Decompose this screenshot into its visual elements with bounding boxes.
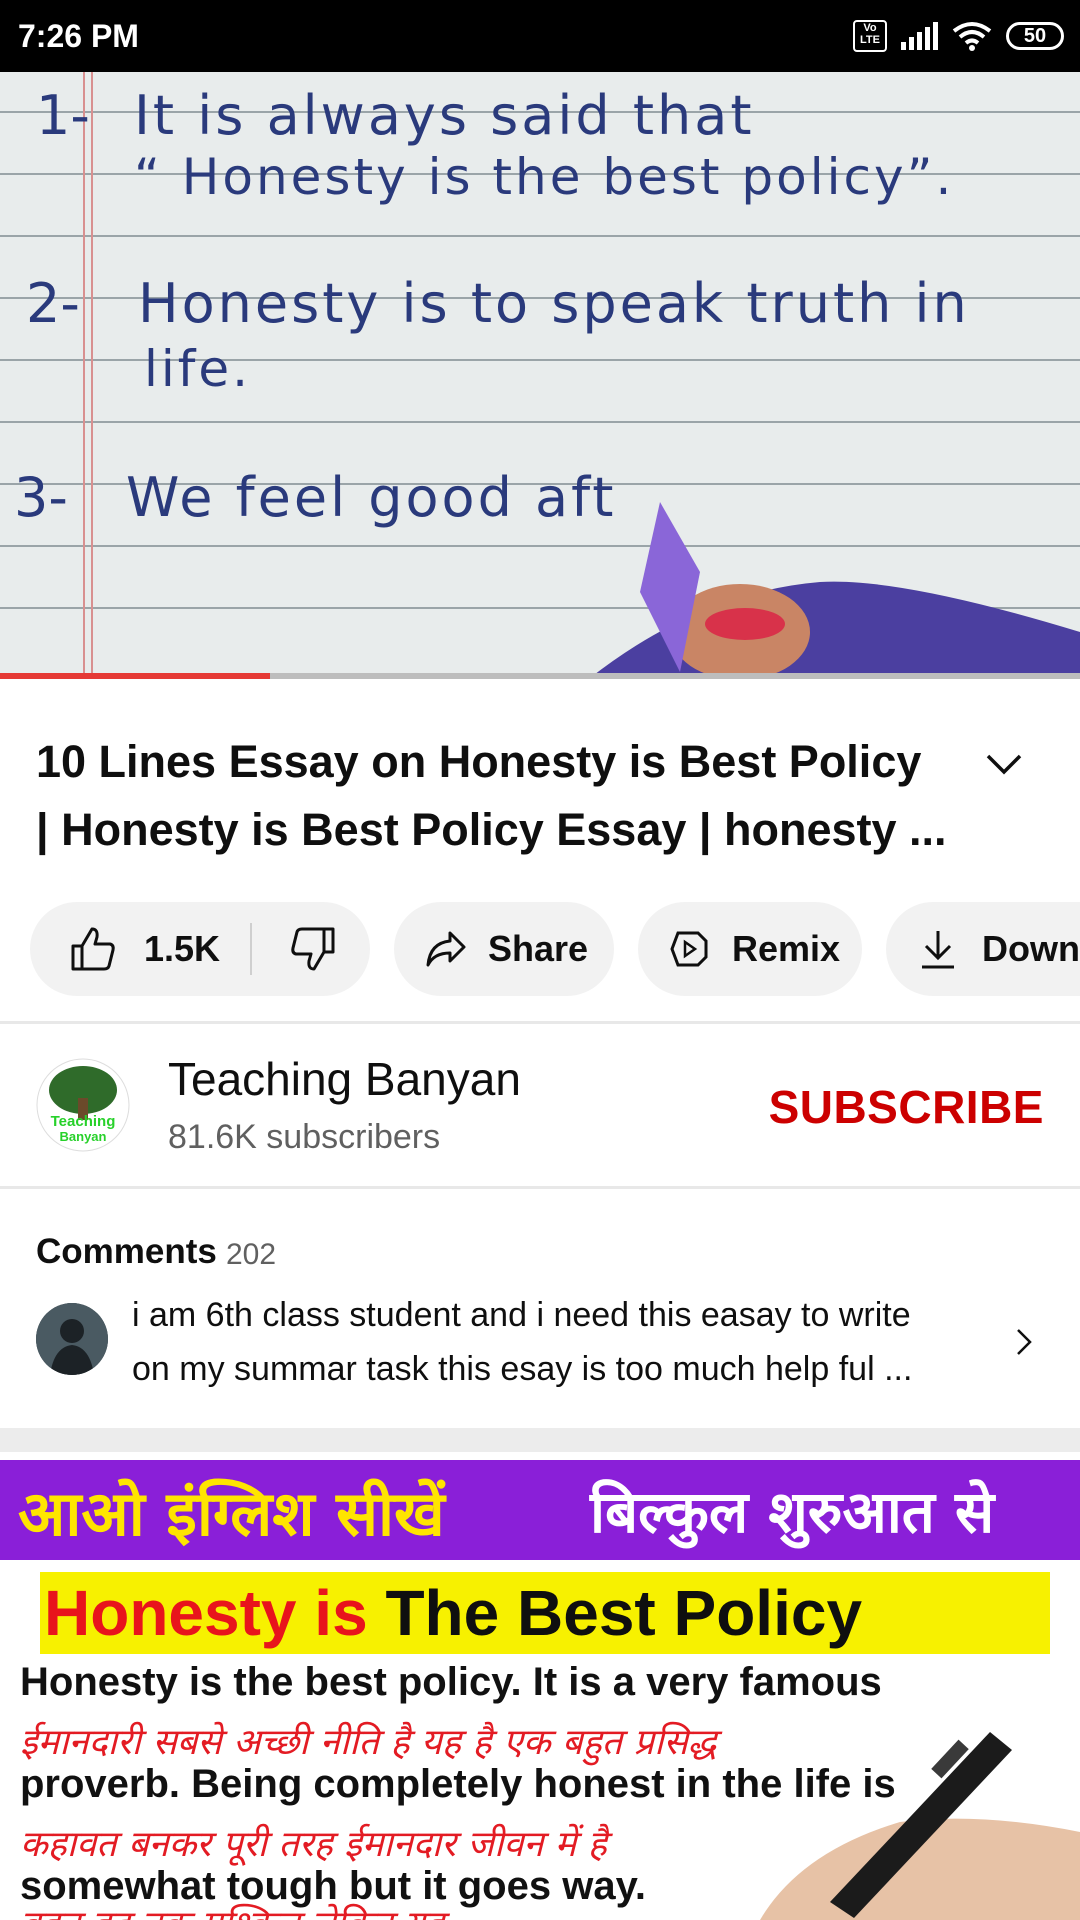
video-title-line-2: | Honesty is Best Policy Essay | honesty… (36, 804, 947, 855)
channel-logo-text: Teaching Banyan (36, 1114, 130, 1144)
handwriting-line-5: We feel good aft (126, 466, 617, 529)
wifi-icon (952, 22, 992, 51)
thumbnail-hindi-line-3: बहुत हद तक मुश्किल लेकिन यह (20, 1898, 444, 1920)
remix-button[interactable]: Remix (638, 902, 862, 996)
status-bar: 7:26 PM Vo LTE 50 (0, 0, 1080, 72)
thumbnail-hindi-line-1: ईमानदारी सबसे अच्छी नीति है यह है एक बहु… (20, 1722, 717, 1763)
status-time: 7:26 PM (18, 18, 139, 54)
channel-name[interactable]: Teaching Banyan (168, 1052, 521, 1106)
thumbnail-banner-left: आओ इंग्लिश सीखें (18, 1477, 445, 1550)
subscribe-button[interactable]: SUBSCRIBE (769, 1080, 1044, 1134)
status-icons: Vo LTE 50 (853, 18, 1064, 54)
thumbs-down-icon[interactable] (288, 924, 338, 974)
action-bar: 1.5K Share Remix Down (30, 902, 1080, 996)
top-comment-line-1: i am 6th class student and i need this e… (132, 1296, 911, 1334)
remix-icon (670, 931, 708, 967)
next-video-thumbnail[interactable]: आओ इंग्लिश सीखें बिल्कुल शुरुआत से Hones… (0, 1452, 1080, 1920)
top-comment-line-2: on my summar task this esay is too much … (132, 1350, 913, 1388)
battery-icon: 50 (1006, 22, 1064, 50)
handwriting-line-3: Honesty is to speak truth in (138, 272, 970, 335)
signal-icon (901, 22, 938, 50)
like-divider (250, 923, 253, 975)
download-button[interactable]: Down (886, 902, 1080, 996)
thumbnail-title-black: The Best Policy (385, 1577, 863, 1649)
volte-icon: Vo LTE (853, 20, 887, 52)
divider (0, 1021, 1080, 1024)
thumbnail-banner-right: बिल्कुल शुरुआत से (590, 1478, 995, 1546)
share-label: Share (488, 928, 589, 969)
chevron-down-icon[interactable] (980, 740, 1028, 788)
comments-heading[interactable]: Comments (36, 1232, 217, 1272)
handwriting-line-1: It is always said that (134, 84, 755, 147)
share-icon (426, 931, 466, 967)
comments-count: 202 (226, 1238, 277, 1271)
remix-label: Remix (732, 928, 841, 969)
top-comment[interactable]: i am 6th class student and i need this e… (132, 1288, 992, 1396)
download-icon (922, 931, 954, 969)
thumbnail-title: Honesty is The Best Policy (44, 1576, 862, 1650)
channel-avatar[interactable]: Teaching Banyan (36, 1058, 130, 1152)
pen-hand-illustration (760, 1732, 1080, 1920)
like-dislike-group: 1.5K (30, 902, 370, 996)
like-count[interactable]: 1.5K (144, 928, 220, 970)
thumbnail-title-red: Honesty is (44, 1577, 368, 1649)
share-button[interactable]: Share (394, 902, 614, 996)
download-label: Down (982, 928, 1080, 969)
handwriting-line-2: “ Honesty is the best policy”. (134, 148, 955, 206)
line-number-1: 1- (36, 84, 90, 147)
subscriber-count: 81.6K subscribers (168, 1118, 441, 1156)
video-title-line-1: 10 Lines Essay on Honesty is Best Policy (36, 736, 922, 787)
video-title[interactable]: 10 Lines Essay on Honesty is Best Policy… (36, 728, 966, 864)
line-number-2: 2- (26, 272, 80, 335)
divider (0, 1186, 1080, 1189)
handwriting: 1- It is always said that “ Honesty is t… (0, 72, 1080, 678)
video-progress-fill[interactable] (0, 673, 270, 679)
section-gap (0, 1428, 1080, 1452)
logo-word-2: Banyan (59, 1129, 107, 1144)
video-player[interactable]: 1- It is always said that “ Honesty is t… (0, 72, 1080, 678)
chevron-right-icon[interactable] (1008, 1326, 1040, 1358)
person-silhouette-icon (36, 1303, 108, 1375)
commenter-avatar (36, 1303, 108, 1375)
logo-word-1: Teaching (50, 1113, 116, 1130)
thumbnail-hindi-line-2: कहावत बनकर पूरी तरह ईमानदार जीवन में है (20, 1824, 607, 1865)
handwriting-line-4: life. (144, 340, 252, 398)
line-number-3: 3- (14, 466, 68, 529)
thumbs-up-icon[interactable] (68, 924, 118, 974)
